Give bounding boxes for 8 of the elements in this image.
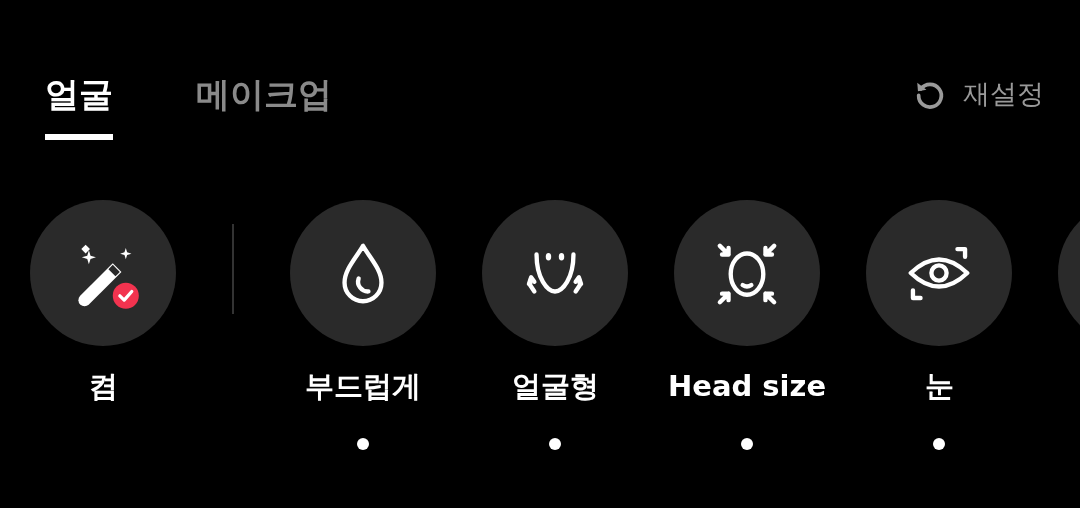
tool-label: Head size [667,368,827,404]
tool-label: 켬 [88,368,118,404]
tab[interactable]: 얼굴 [45,72,113,140]
tab[interactable]: 메이크업 [196,72,332,140]
tool-label: 부드럽게 [305,368,421,404]
reset-button[interactable]: 재설정 [913,72,1044,116]
tool-label: 얼굴형 [511,368,599,404]
tool-label: 눈 [924,368,954,404]
